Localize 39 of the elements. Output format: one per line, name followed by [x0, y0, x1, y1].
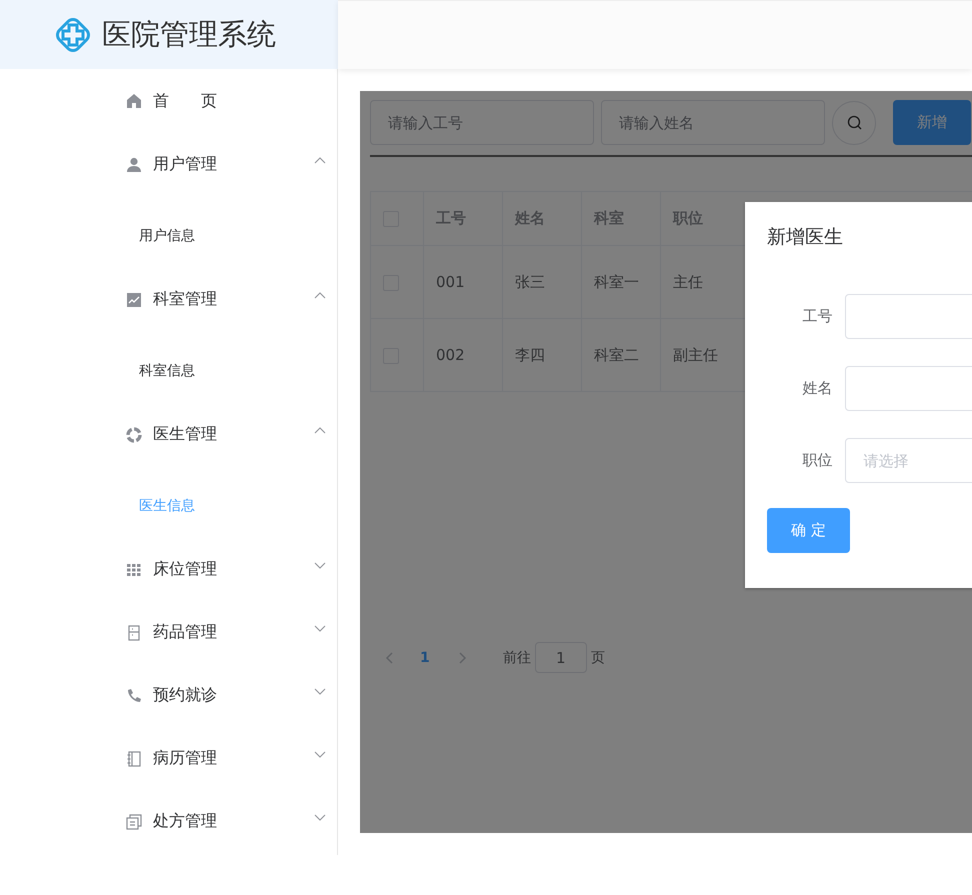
menu-item[interactable]: 病历管理 — [0, 727, 337, 790]
table-cell: 科室二 — [582, 318, 660, 392]
phone-icon — [126, 688, 142, 704]
cabinet-icon — [126, 624, 142, 640]
field-label: 姓名 — [801, 379, 834, 398]
table-cell: 张三 — [502, 246, 582, 318]
menu-item[interactable]: 科室管理 — [0, 268, 337, 331]
submenu-item[interactable]: 用户信息 — [0, 196, 337, 268]
home-icon — [126, 93, 142, 109]
search-button[interactable] — [832, 100, 876, 144]
search-field[interactable]: 请输入工号 — [370, 100, 594, 145]
table-cell: 002 — [424, 318, 502, 392]
table-cell: 001 — [424, 246, 502, 318]
document-icon — [126, 814, 142, 830]
app-title: 医院管理系统 — [102, 16, 276, 52]
field-label: 工号 — [801, 307, 834, 326]
page-suffix: 页 — [590, 648, 605, 666]
menu-item[interactable]: 用户管理 — [0, 133, 337, 196]
chart-icon — [126, 292, 142, 308]
chevron-right-icon — [458, 652, 467, 664]
select-field[interactable]: 请选择 — [845, 438, 972, 483]
table-cell: 科室一 — [582, 246, 660, 318]
menu-item[interactable]: 床位管理 — [0, 538, 337, 601]
grid-icon — [126, 562, 142, 578]
search-icon — [846, 115, 862, 130]
search-field[interactable]: 请输入姓名 — [601, 100, 825, 145]
notebook-icon — [126, 750, 142, 766]
field-label: 职位 — [801, 451, 834, 470]
chevron-left-icon — [385, 652, 394, 664]
ring-icon — [126, 426, 142, 442]
table-cell: 李四 — [502, 318, 582, 392]
menu-item[interactable]: 药品管理 — [0, 601, 337, 664]
menu-item[interactable]: 医生管理 — [0, 403, 337, 466]
user-icon — [126, 156, 142, 172]
menu-item[interactable]: 首 页 — [0, 69, 337, 133]
menu-item[interactable]: 处方管理 — [0, 790, 337, 853]
goto-label: 前往 — [502, 648, 531, 666]
menu-item[interactable]: 预约就诊 — [0, 664, 337, 727]
submenu-item[interactable]: 科室信息 — [0, 331, 337, 403]
